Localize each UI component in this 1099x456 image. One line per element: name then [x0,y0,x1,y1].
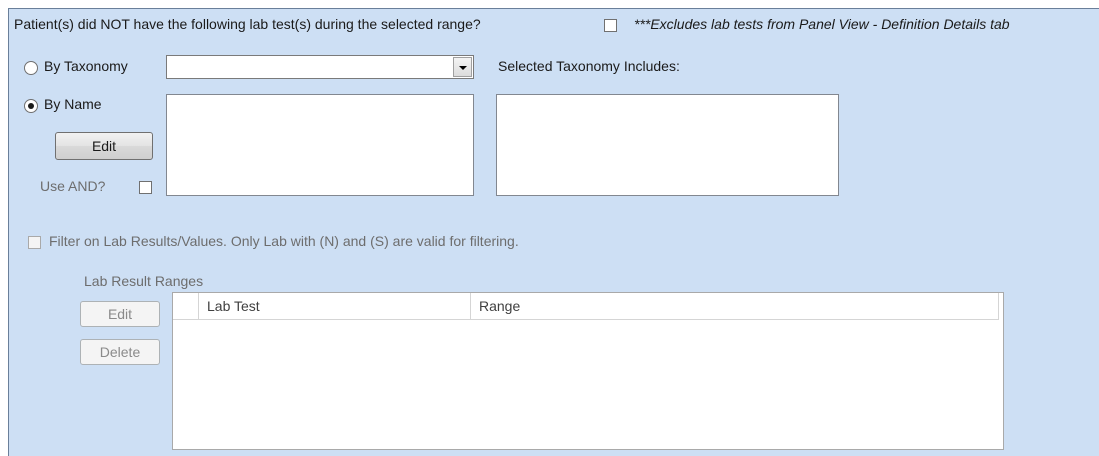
lab-result-ranges-label: Lab Result Ranges [84,273,204,289]
by-taxonomy-radio[interactable] [24,61,38,75]
chevron-down-icon [459,66,467,70]
lab-test-name-list[interactable] [166,94,474,196]
lab-result-ranges-grid[interactable]: Lab Test Range [172,292,1004,450]
excludes-note: ***Excludes lab tests from Panel View - … [634,16,1010,32]
taxonomy-includes-list[interactable] [496,94,839,196]
edit-range-button[interactable]: Edit [80,301,160,327]
not-have-question-label: Patient(s) did NOT have the following la… [14,16,481,32]
row-header-corner [173,293,199,320]
by-name-radio[interactable] [24,99,38,113]
not-have-checkbox[interactable] [604,19,617,32]
filter-lab-results-label: Filter on Lab Results/Values. Only Lab w… [49,233,519,249]
column-header-range[interactable]: Range [471,293,999,320]
taxonomy-includes-label: Selected Taxonomy Includes: [498,58,680,74]
use-and-label: Use AND? [40,178,106,194]
column-header-lab-test[interactable]: Lab Test [199,293,471,320]
by-name-label[interactable]: By Name [44,96,102,112]
radio-selected-dot [28,103,34,109]
lab-test-panel: Patient(s) did NOT have the following la… [8,8,1099,456]
dropdown-arrow-button[interactable] [453,57,472,77]
use-and-checkbox[interactable] [139,181,152,194]
delete-range-button[interactable]: Delete [80,339,160,365]
taxonomy-dropdown[interactable] [166,55,474,79]
filter-lab-results-checkbox[interactable] [28,236,41,249]
by-taxonomy-label[interactable]: By Taxonomy [44,58,128,74]
edit-names-button[interactable]: Edit [55,132,153,160]
